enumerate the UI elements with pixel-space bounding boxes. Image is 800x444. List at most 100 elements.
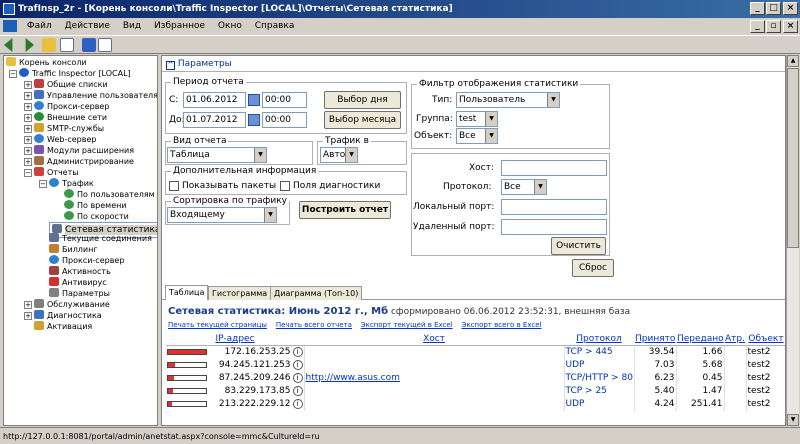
ip-cell: 172.16.253.25 i [166, 345, 305, 359]
period-legend: Период отчета [171, 76, 246, 88]
menu-action[interactable]: Действие [60, 18, 115, 35]
scroll-down-icon[interactable]: ▼ [787, 414, 799, 426]
table-row[interactable]: 213.222.229.12 i UDP 4.24 251.41 test2 [166, 398, 785, 411]
close-button[interactable]: × [783, 2, 798, 15]
properties-icon[interactable] [98, 38, 112, 52]
table-row[interactable]: 83.229.173.85 i TCP > 25 5.40 1.47 test2 [166, 385, 785, 398]
col-protocol[interactable]: Протокол [564, 333, 634, 346]
menu-file[interactable]: Файл [22, 18, 57, 35]
scroll-up-icon[interactable]: ▲ [787, 55, 799, 67]
divider [162, 71, 785, 72]
chevron-down-icon[interactable]: ▼ [485, 129, 497, 143]
menu-favorites[interactable]: Избранное [149, 18, 210, 35]
inner-restore-button[interactable]: ▫ [766, 20, 781, 33]
traffic-unit-select[interactable]: Авто ▼ [320, 147, 358, 163]
back-icon[interactable] [4, 38, 13, 52]
expand-icon[interactable]: + [24, 147, 32, 155]
host-link[interactable]: http://www.asus.com [306, 373, 400, 383]
scroll-thumb[interactable] [787, 68, 799, 248]
select-day-button[interactable]: Выбор дня [324, 91, 401, 109]
col-attr[interactable]: Атр. [724, 333, 746, 346]
info-icon[interactable]: i [292, 398, 303, 409]
host-input[interactable] [501, 160, 607, 176]
export-all-link[interactable]: Экспорт всего в Excel [462, 321, 542, 329]
info-icon[interactable]: i [292, 346, 303, 357]
menu-help[interactable]: Справка [250, 18, 300, 35]
chevron-down-icon[interactable]: ▼ [264, 208, 276, 222]
vertical-scrollbar[interactable]: ▲ ▼ [786, 55, 799, 426]
traffic-bar [167, 362, 207, 368]
ip-text: 213.222.229.12 [218, 399, 291, 409]
col-object[interactable]: Объект [746, 333, 785, 346]
select-month-button[interactable]: Выбор месяца [324, 111, 401, 129]
calendar-icon[interactable] [248, 94, 260, 106]
expand-icon[interactable]: + [24, 81, 32, 89]
up-folder-icon[interactable] [42, 38, 56, 52]
col-ip[interactable]: IP-адрес [166, 333, 304, 346]
info-icon[interactable]: i [292, 359, 303, 370]
sort-select[interactable]: Входящему ▼ [167, 207, 277, 223]
table-row[interactable]: 172.16.253.25 i TCP > 445 39.54 1.66 test2 [166, 345, 785, 359]
inner-minimize-button[interactable]: _ [750, 20, 765, 33]
chevron-down-icon[interactable]: ▼ [547, 93, 559, 107]
from-time-input[interactable]: 00:00 [262, 92, 307, 108]
local-port-input[interactable] [501, 199, 607, 215]
chevron-down-icon[interactable]: ▼ [485, 112, 497, 126]
clear-button[interactable]: Очистить [551, 237, 606, 255]
help-icon[interactable] [82, 38, 96, 52]
params-header[interactable]: ^ Параметры [166, 59, 232, 70]
maximize-button[interactable]: □ [766, 2, 781, 15]
menu-view[interactable]: Вид [118, 18, 146, 35]
tab-diagram[interactable]: Диаграмма (Топ-10) [270, 286, 363, 300]
key-icon [34, 321, 44, 330]
col-received[interactable]: Принято [634, 333, 676, 346]
group-select[interactable]: test ▼ [456, 111, 498, 127]
table-row[interactable]: 87.245.209.246 i http://www.asus.com TCP/HT… [166, 372, 785, 385]
calendar-icon[interactable] [248, 114, 260, 126]
expand-icon[interactable]: + [24, 103, 32, 111]
tree-item-activation[interactable]: Активация [34, 321, 92, 333]
print-all-link[interactable]: Печать всего отчета [276, 321, 352, 329]
menu-window[interactable]: Окно [213, 18, 247, 35]
reset-button[interactable]: Сброс [572, 259, 614, 277]
to-time-input[interactable]: 00:00 [262, 112, 307, 128]
expand-icon[interactable]: + [24, 125, 32, 133]
col-sent[interactable]: Передано [676, 333, 724, 346]
expand-icon[interactable]: + [24, 92, 32, 100]
collapse-params-icon[interactable]: ^ [166, 61, 175, 70]
inner-close-button[interactable]: × [783, 20, 798, 33]
remote-port-input[interactable] [501, 219, 607, 235]
expand-icon[interactable]: + [24, 312, 32, 320]
collapse-icon[interactable]: − [39, 180, 47, 188]
info-icon[interactable]: i [292, 372, 303, 383]
expand-icon[interactable]: + [24, 301, 32, 309]
chevron-down-icon[interactable]: ▼ [534, 180, 546, 194]
minimize-button[interactable]: _ [750, 2, 765, 15]
collapse-icon[interactable]: − [9, 70, 17, 78]
col-host[interactable]: Хост [304, 333, 564, 346]
table-row[interactable]: 94.245.121.253 i UDP 7.03 5.68 test2 [166, 359, 785, 372]
view-select[interactable]: Таблица ▼ [167, 147, 267, 163]
build-report-button[interactable]: Построить отчет [299, 201, 391, 219]
show-tree-icon[interactable] [60, 38, 74, 52]
expand-icon[interactable]: + [24, 136, 32, 144]
forward-icon[interactable] [25, 38, 34, 52]
collapse-icon[interactable]: − [24, 169, 32, 177]
info-icon[interactable]: i [292, 385, 303, 396]
expand-icon[interactable]: + [24, 158, 32, 166]
print-page-link[interactable]: Печать текущей страницы [168, 321, 267, 329]
chevron-down-icon[interactable]: ▼ [345, 148, 357, 162]
show-packets-checkbox[interactable] [169, 181, 179, 191]
tab-table[interactable]: Таблица [165, 285, 209, 300]
traffic-bar [167, 349, 207, 355]
diag-fields-checkbox[interactable] [280, 181, 290, 191]
object-select[interactable]: Все ▼ [456, 128, 498, 144]
protocol-select[interactable]: Все ▼ [501, 179, 547, 195]
export-page-link[interactable]: Экспорт текущей в Excel [361, 321, 453, 329]
chevron-down-icon[interactable]: ▼ [254, 148, 266, 162]
to-date-input[interactable]: 01.07.2012 [183, 112, 246, 128]
type-select[interactable]: Пользователь ▼ [456, 92, 560, 108]
from-date-input[interactable]: 01.06.2012 [183, 92, 246, 108]
tab-histogram[interactable]: Гистограмма [208, 286, 272, 300]
expand-icon[interactable]: + [24, 114, 32, 122]
